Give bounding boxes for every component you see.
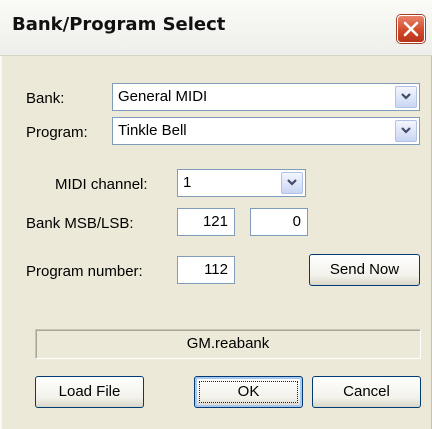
bank-label: Bank: bbox=[26, 90, 65, 107]
chevron-down-icon bbox=[401, 93, 411, 100]
program-dropdown-button[interactable] bbox=[395, 120, 417, 142]
load-file-button[interactable]: Load File bbox=[35, 376, 144, 408]
bank-lsb-field[interactable]: 0 bbox=[250, 208, 308, 236]
close-icon bbox=[403, 21, 419, 37]
chevron-down-icon bbox=[287, 179, 297, 186]
bank-dropdown-value: General MIDI bbox=[118, 88, 208, 105]
bank-dropdown-button[interactable] bbox=[395, 86, 417, 108]
midi-channel-value: 1 bbox=[183, 174, 192, 191]
chevron-down-icon bbox=[401, 127, 411, 134]
window-title: Bank/Program Select bbox=[12, 14, 226, 35]
send-now-button[interactable]: Send Now bbox=[309, 254, 420, 286]
program-dropdown-value: Tinkle Bell bbox=[118, 122, 187, 139]
midi-channel-dropdown-button[interactable] bbox=[281, 172, 303, 194]
program-label: Program: bbox=[26, 124, 88, 141]
bank-file-display: GM.reabank bbox=[35, 329, 421, 359]
ok-button-label: OK bbox=[237, 383, 260, 400]
midi-channel-label: MIDI channel: bbox=[55, 176, 148, 193]
title-bar[interactable]: Bank/Program Select bbox=[0, 0, 432, 56]
program-dropdown[interactable]: Tinkle Bell bbox=[112, 117, 420, 145]
ok-button[interactable]: OK bbox=[194, 376, 303, 408]
window-edge bbox=[0, 56, 2, 429]
program-number-field[interactable]: 112 bbox=[177, 256, 235, 284]
midi-channel-dropdown[interactable]: 1 bbox=[177, 169, 306, 197]
bank-msb-lsb-label: Bank MSB/LSB: bbox=[26, 215, 134, 232]
bank-dropdown[interactable]: General MIDI bbox=[112, 83, 420, 111]
close-button[interactable] bbox=[397, 15, 425, 43]
cancel-button[interactable]: Cancel bbox=[312, 376, 421, 408]
bank-program-select-dialog: Bank/Program Select Bank: General MIDI P… bbox=[0, 0, 432, 429]
program-number-label: Program number: bbox=[26, 263, 143, 280]
bank-msb-field[interactable]: 121 bbox=[177, 208, 235, 236]
